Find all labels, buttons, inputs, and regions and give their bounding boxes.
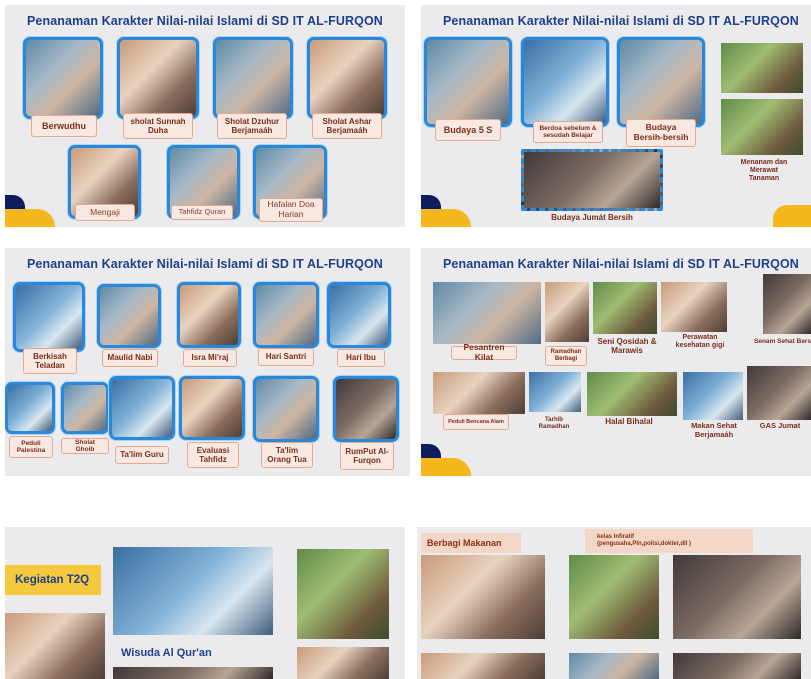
caption: Mengaji: [75, 204, 135, 221]
photo-t2q-right: [297, 549, 389, 639]
caption: Peduli Palestina: [9, 436, 53, 458]
photo-budaya-5s: [424, 37, 512, 127]
photo-hari-santri: [253, 282, 319, 348]
corner-decoration: [5, 209, 55, 227]
corner-decoration: [421, 195, 441, 209]
caption: Berwudhu: [31, 115, 97, 137]
photo-peduli-bencana: [433, 372, 525, 414]
photo-berdoa: [521, 37, 609, 127]
caption: Halal Bihalal: [605, 417, 653, 427]
caption: Berdoa sebelum & sesudah Belajar: [533, 121, 603, 143]
photo-sholat-ghoib: [61, 382, 109, 434]
photo-rumput: [333, 376, 399, 442]
slide-heading: Kegiatan T2Q: [5, 565, 101, 595]
photo-berwudhu: [23, 37, 103, 119]
corner-decoration: [5, 195, 25, 209]
caption: Ta'lim Orang Tua: [261, 442, 313, 468]
photo-makan-sehat: [683, 372, 743, 420]
caption: Pesantren Kilat: [451, 342, 517, 362]
caption: Maulid Nabi: [102, 349, 158, 367]
caption: Seni Qosidah & Marawis: [597, 336, 657, 355]
caption: RumPut Al-Furqon: [340, 442, 394, 470]
caption: Perawatan kesehatan gigi: [675, 333, 725, 349]
caption: Ta'lim Guru: [115, 446, 169, 464]
photo-kelas-1: [569, 555, 659, 639]
photo-ramadhan-berbagi: [545, 282, 589, 342]
slide-title: Penanaman Karakter Nilai-nilai Islami di…: [443, 14, 799, 28]
photo-kesehatan-gigi: [661, 282, 727, 332]
slide-3: Penanaman Karakter Nilai-nilai Islami di…: [5, 248, 410, 476]
photo-menanam-2: [721, 99, 803, 155]
photo-kelas-4: [673, 653, 801, 679]
caption: Sholat Dzuhur Berjamaáh: [217, 113, 287, 139]
photo-t2q-left: [5, 613, 105, 679]
caption: Budaya Bersih-bersih: [626, 119, 696, 147]
wisuda-heading: Wisuda Al Qur'an: [121, 647, 212, 659]
caption: Makan Sehat Berjamaáh: [691, 421, 737, 439]
photo-kelas-2: [673, 555, 801, 639]
photo-talim-orangtua: [253, 376, 319, 442]
caption: Budaya Jumát Bersih: [551, 213, 633, 223]
photo-talim-guru: [109, 376, 175, 440]
slide-6: Berbagi Makanan kelas Infiratif (pengusa…: [417, 527, 811, 679]
caption: Ramadhan Berbagi: [545, 346, 587, 366]
photo-qosidah: [593, 282, 657, 334]
slide-title: Penanaman Karakter Nilai-nilai Islami di…: [27, 14, 383, 28]
caption: Budaya 5 S: [435, 119, 501, 141]
caption: Evaluasi Tahfidz: [187, 442, 239, 468]
caption: Sholat Ashar Berjamaáh: [312, 113, 382, 139]
photo-sholat-ashar: [307, 37, 387, 119]
photo-hari-ibu: [327, 282, 391, 348]
photo-senam: [763, 274, 811, 334]
caption: Tahfidz Quran: [171, 205, 233, 220]
photo-sholat-duha: [117, 37, 199, 119]
caption: sholat Sunnah Duha: [123, 113, 193, 139]
slide-heading: kelas Infiratif (pengusaha,Pln,polisi,do…: [585, 529, 753, 553]
photo-pesantren-kilat: [433, 282, 541, 344]
photo-menanam-1: [721, 43, 803, 93]
photo-peduli-palestina: [5, 382, 55, 434]
corner-decoration: [421, 458, 471, 476]
caption: Isra Mi'raj: [183, 349, 237, 367]
corner-decoration: [421, 444, 441, 458]
caption: Hari Santri: [258, 348, 314, 366]
photo-t2q-main: [113, 547, 273, 635]
photo-kelas-3: [569, 653, 659, 679]
corner-decoration: [421, 209, 471, 227]
photo-sholat-dzuhur: [213, 37, 293, 119]
caption: Hari Ibu: [337, 349, 385, 367]
caption: Tarhib Ramadhan: [538, 417, 570, 430]
photo-maulid: [97, 284, 161, 348]
photo-berkisah: [13, 282, 85, 352]
slide-1: Penanaman Karakter Nilai-nilai Islami di…: [5, 5, 405, 227]
photo-berbagi-2: [421, 653, 545, 679]
caption: Menanam dan Merawat Tanaman: [740, 158, 788, 183]
slide-heading: Berbagi Makanan: [421, 533, 521, 553]
slide-title: Penanaman Karakter Nilai-nilai Islami di…: [27, 257, 383, 271]
photo-evaluasi-tahfidz: [179, 376, 245, 440]
photo-bersih-bersih: [617, 37, 705, 127]
caption: Senam Sehat Bersama: [754, 338, 811, 346]
photo-gas-jumat: [747, 366, 811, 420]
caption: GAS Jumat: [759, 420, 801, 430]
slide-2: Penanaman Karakter Nilai-nilai Islami di…: [421, 5, 811, 227]
photo-jumat-bersih: [521, 149, 663, 211]
photo-tarhib: [529, 372, 581, 412]
caption: Hafalan Doa Harian: [259, 198, 323, 222]
slide-5: Kegiatan T2Q Wisuda Al Qur'an: [5, 527, 405, 679]
corner-decoration: [773, 205, 811, 227]
slide-4: Penanaman Karakter Nilai-nilai Islami di…: [421, 248, 811, 476]
photo-wisuda: [113, 667, 273, 679]
slide-title: Penanaman Karakter Nilai-nilai Islami di…: [443, 257, 799, 271]
caption: Peduli Bencana Alam: [443, 414, 509, 430]
caption: Berkisah Teladan: [23, 348, 77, 374]
photo-berbagi-1: [421, 555, 545, 639]
photo-halal-bihalal: [587, 372, 677, 416]
photo-wisuda-right: [297, 647, 389, 679]
caption: Sholat Ghoib: [61, 438, 109, 454]
photo-isra-miraj: [177, 282, 241, 348]
